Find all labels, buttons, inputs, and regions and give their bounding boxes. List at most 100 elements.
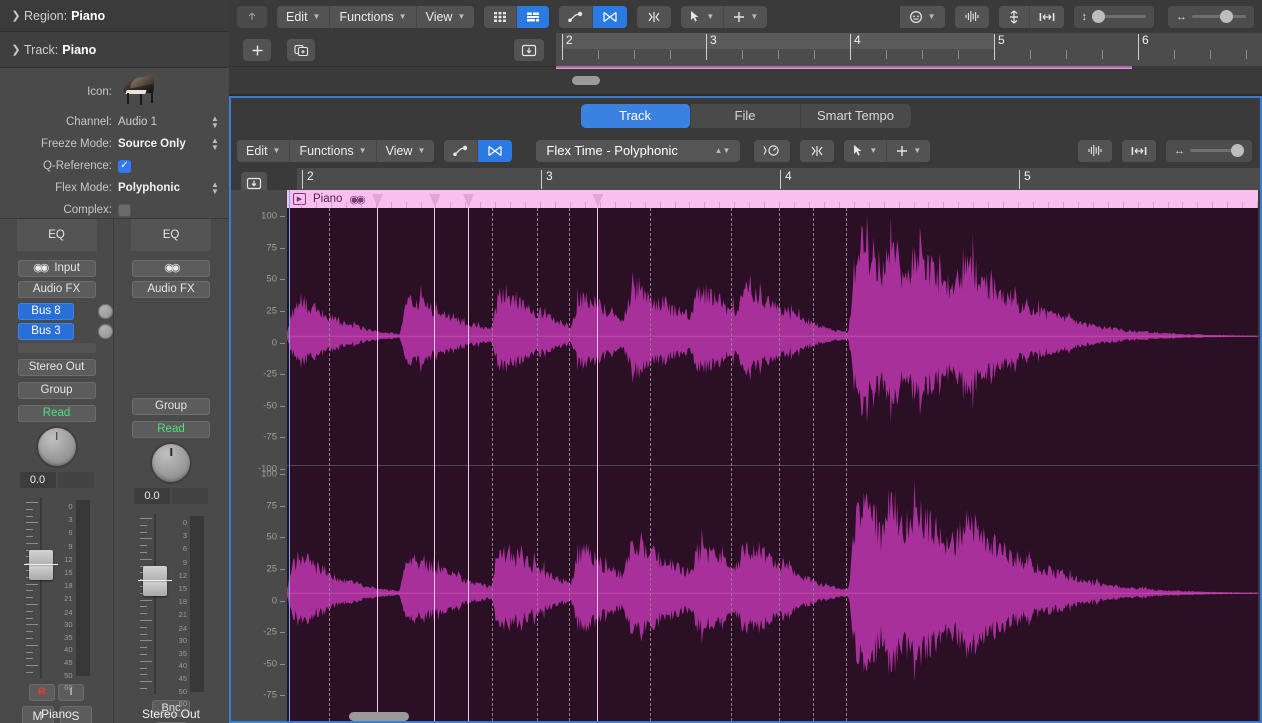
functions-menu[interactable]: Functions ▼	[330, 6, 416, 28]
input-slot-out[interactable]: ◉◉	[132, 260, 210, 277]
duplicate-track-button[interactable]	[287, 39, 315, 61]
freeze-mode-stepper-icon[interactable]: ▲▼	[210, 137, 220, 151]
eq-slot[interactable]: EQ	[17, 219, 97, 251]
edit-menu[interactable]: Edit ▼	[277, 6, 330, 28]
editor-snap-button[interactable]	[800, 140, 834, 162]
transient-marker[interactable]	[492, 208, 493, 721]
waveform-zoom-button[interactable]	[955, 6, 989, 28]
list-view-toggle[interactable]	[517, 6, 549, 28]
catch-playhead-button[interactable]: ▼	[900, 6, 945, 28]
balance-value-secondary[interactable]	[172, 488, 208, 504]
transient-marker[interactable]	[537, 208, 538, 721]
transient-marker[interactable]	[813, 208, 814, 721]
flex-marker[interactable]	[377, 208, 378, 721]
crosshair-tool[interactable]: ▼	[724, 6, 767, 28]
param-row-channel[interactable]: Channel: Audio 1 ▲▼	[0, 112, 229, 132]
send-row-2[interactable]: Bus 3	[0, 323, 113, 340]
speed-fades-button[interactable]	[754, 140, 790, 162]
editor-hzoom-slider[interactable]: ↔	[1166, 140, 1252, 162]
volume-fader[interactable]	[22, 498, 54, 678]
send-bus-3[interactable]: Bus 3	[18, 323, 74, 340]
back-button[interactable]	[237, 6, 267, 28]
flex-marker[interactable]	[434, 208, 435, 721]
tab-track[interactable]: Track	[581, 104, 691, 128]
flex-marker-layer[interactable]	[287, 208, 1258, 721]
transient-marker[interactable]	[731, 208, 732, 721]
flex-toggle[interactable]	[593, 6, 627, 28]
pan-value-secondary[interactable]	[58, 472, 94, 488]
region-lane-bar[interactable]	[556, 66, 1132, 69]
send-row-1[interactable]: Bus 8	[0, 303, 113, 320]
volume-fader-out[interactable]	[136, 514, 168, 694]
group-slot-out[interactable]: Group	[132, 398, 210, 415]
flex-marker[interactable]	[468, 208, 469, 721]
playhead[interactable]	[289, 190, 290, 721]
audio-fx-slot-out[interactable]: Audio FX	[132, 281, 210, 298]
send-8-knob[interactable]	[98, 304, 113, 319]
transient-marker[interactable]	[329, 208, 330, 721]
automation-mode-out[interactable]: Read	[132, 421, 210, 438]
grand-piano-icon[interactable]	[120, 76, 158, 108]
editor-waveform-button[interactable]	[1078, 140, 1112, 162]
automation-mode[interactable]: Read	[18, 405, 96, 422]
editor-ruler[interactable]: 2345	[297, 168, 1260, 190]
eq-slot-out[interactable]: EQ	[131, 219, 211, 251]
q-reference-checkbox[interactable]: ✓	[118, 160, 131, 173]
stepper-icon[interactable]: ▲▼	[715, 146, 731, 155]
transient-marker[interactable]	[846, 208, 847, 721]
track-disclosure-icon[interactable]: ❯	[8, 43, 24, 56]
horizontal-scroll-pill[interactable]	[572, 76, 600, 85]
tab-smart-tempo[interactable]: Smart Tempo	[801, 104, 911, 128]
editor-functions-menu[interactable]: Functions ▼	[290, 140, 376, 162]
param-row-complex[interactable]: Complex:	[0, 200, 229, 220]
param-row-flex-mode[interactable]: Flex Mode: Polyphonic ▲▼	[0, 178, 229, 198]
view-menu[interactable]: View ▼	[417, 6, 475, 28]
play-region-icon[interactable]: ▶	[293, 193, 306, 205]
fader-handle-out[interactable]	[143, 566, 167, 596]
send-bus-8[interactable]: Bus 8	[18, 303, 74, 320]
record-enable-button[interactable]: R	[29, 684, 55, 701]
transient-marker[interactable]	[779, 208, 780, 721]
editor-automation-toggle[interactable]	[444, 140, 478, 162]
automation-curve-toggle[interactable]	[559, 6, 593, 28]
import-button[interactable]	[514, 39, 544, 61]
horizontal-zoom-slider[interactable]: ↔	[1168, 6, 1254, 28]
main-ruler[interactable]: 23456	[556, 33, 1262, 66]
add-track-button[interactable]	[243, 39, 271, 61]
editor-horizontal-scrollbar[interactable]	[349, 712, 409, 721]
pan-knob[interactable]	[38, 428, 76, 466]
editor-view-menu[interactable]: View ▼	[377, 140, 435, 162]
region-disclosure-icon[interactable]: ❯	[8, 9, 24, 22]
input-slot[interactable]: ◉◉ Input	[18, 260, 96, 277]
tab-file[interactable]: File	[691, 104, 801, 128]
group-slot[interactable]: Group	[18, 382, 96, 399]
param-row-q-reference[interactable]: Q-Reference: ✓	[0, 156, 229, 176]
editor-crosshair-tool[interactable]: ▼	[887, 140, 930, 162]
flex-mode-selector[interactable]: Flex Time - Polyphonic ▲▼	[536, 140, 740, 162]
audio-fx-slot[interactable]: Audio FX	[18, 281, 96, 298]
send-slot-empty[interactable]	[18, 343, 96, 353]
complex-checkbox[interactable]	[118, 204, 131, 217]
horizontal-zoom-fit-button[interactable]	[1030, 6, 1064, 28]
pan-value[interactable]: 0.0	[20, 472, 56, 488]
transient-marker[interactable]	[569, 208, 570, 721]
param-row-freeze-mode[interactable]: Freeze Mode: Source Only ▲▼	[0, 134, 229, 154]
grid-view-toggle[interactable]	[484, 6, 517, 28]
editor-flex-toggle[interactable]	[478, 140, 512, 162]
region-inspector-header[interactable]: ❯ Region: Piano	[0, 0, 229, 32]
send-3-knob[interactable]	[98, 324, 113, 339]
output-slot[interactable]: Stereo Out	[18, 359, 96, 376]
transient-marker[interactable]	[650, 208, 651, 721]
waveform-display[interactable]: ▶ Piano ◉◉	[287, 190, 1258, 721]
vertical-zoom-slider[interactable]: ↕	[1074, 6, 1155, 28]
editor-pointer-tool[interactable]: ▼	[844, 140, 887, 162]
flex-mode-stepper-icon[interactable]: ▲▼	[210, 181, 220, 195]
editor-hzoom-fit-button[interactable]	[1122, 140, 1156, 162]
editor-edit-menu[interactable]: Edit ▼	[237, 140, 290, 162]
pointer-tool[interactable]: ▼	[681, 6, 724, 28]
vertical-zoom-fit-button[interactable]	[999, 6, 1030, 28]
snap-to-transient-button[interactable]	[637, 6, 671, 28]
track-inspector-header[interactable]: ❯ Track: Piano	[0, 32, 229, 68]
fader-handle[interactable]	[29, 550, 53, 580]
flex-marker[interactable]	[597, 208, 598, 721]
